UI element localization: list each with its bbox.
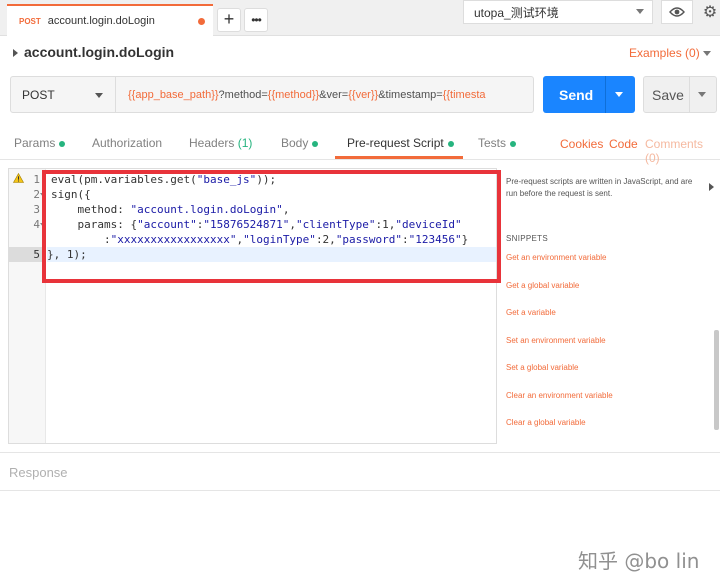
line-number-gutter: 12345 bbox=[9, 169, 46, 443]
send-button-label: Send bbox=[559, 87, 594, 103]
chevron-down-icon[interactable] bbox=[698, 92, 706, 97]
status-dot-icon bbox=[510, 140, 517, 147]
divider bbox=[0, 490, 720, 491]
snippet-link[interactable]: Clear a global variable bbox=[506, 418, 586, 427]
url-variable: {{method}} bbox=[267, 88, 320, 101]
request-tab[interactable]: POST account.login.doLogin bbox=[7, 4, 213, 36]
chevron-down-icon bbox=[636, 9, 644, 14]
snippets-description: Pre-request scripts are written in JavaS… bbox=[506, 177, 693, 198]
snippets-heading: SNIPPETS bbox=[506, 234, 548, 243]
status-dot-icon bbox=[312, 140, 319, 147]
method-select-value: POST bbox=[22, 87, 55, 102]
tab-headers[interactable]: Headers (1) bbox=[189, 136, 252, 150]
url-input[interactable]: {{app_base_path}} ?method= {{method}} &ver=… bbox=[116, 76, 534, 113]
request-tab-bar: POST account.login.doLogin + ••• utopa_测… bbox=[0, 0, 720, 36]
divider bbox=[0, 452, 720, 453]
comments-link[interactable]: Comments (0) bbox=[645, 137, 720, 165]
url-variable: {{timesta bbox=[442, 88, 486, 101]
request-title: account.login.doLogin bbox=[24, 44, 175, 60]
url-variable: {{app_base_path}} bbox=[128, 88, 219, 101]
url-text: &ver= bbox=[319, 88, 349, 101]
chevron-down-icon bbox=[95, 93, 103, 98]
status-dot-icon bbox=[59, 140, 66, 147]
chevron-down-icon[interactable] bbox=[615, 92, 623, 97]
line-number: 5 bbox=[9, 247, 46, 262]
status-dot-icon bbox=[447, 140, 454, 147]
tab-tests[interactable]: Tests bbox=[478, 136, 517, 150]
save-divider bbox=[689, 77, 690, 112]
request-tab-method: POST bbox=[19, 16, 41, 26]
tab-headers-count: (1) bbox=[237, 136, 253, 150]
examples-dropdown[interactable]: Examples (0) bbox=[629, 46, 700, 60]
save-button[interactable]: Save bbox=[643, 76, 717, 113]
request-subtabs: Params Authorization Headers (1) Body Pr… bbox=[0, 126, 720, 165]
url-text: &timestamp= bbox=[378, 88, 443, 101]
tab-authorization[interactable]: Authorization bbox=[92, 136, 162, 150]
tab-body-label: Body bbox=[281, 136, 309, 150]
method-select[interactable]: POST bbox=[10, 76, 116, 113]
tab-body[interactable]: Body bbox=[281, 136, 319, 150]
request-tab-name: account.login.doLogin bbox=[47, 15, 155, 27]
tab-params-label: Params bbox=[14, 136, 56, 150]
send-divider bbox=[605, 76, 606, 113]
tab-params[interactable]: Params bbox=[14, 136, 66, 150]
response-label: Response bbox=[9, 465, 68, 480]
environment-select-value: utopa_测试环境 bbox=[474, 5, 559, 20]
environment-settings-button[interactable]: ⚙ bbox=[700, 0, 720, 24]
snippet-link[interactable]: Get an environment variable bbox=[506, 253, 607, 262]
line-number: 1 bbox=[33, 173, 40, 186]
code-link[interactable]: Code bbox=[609, 137, 638, 151]
annotation-highlight-box bbox=[42, 170, 501, 283]
tab-pre-request-script[interactable]: Pre-request Script bbox=[347, 136, 454, 150]
url-variable: {{ver}} bbox=[348, 88, 379, 101]
send-button[interactable]: Send bbox=[543, 76, 635, 113]
snippet-link[interactable]: Set an environment variable bbox=[506, 336, 606, 345]
watermark: 知乎 @bo lin bbox=[578, 549, 700, 573]
tab-options-button[interactable]: ••• bbox=[244, 8, 268, 32]
collapse-panel-arrow-icon[interactable] bbox=[709, 183, 714, 191]
snippet-link[interactable]: Clear an environment variable bbox=[506, 391, 613, 400]
save-button-label: Save bbox=[652, 87, 684, 103]
snippet-link[interactable]: Get a variable bbox=[506, 308, 556, 317]
tab-tests-label: Tests bbox=[478, 136, 507, 150]
snippet-link[interactable]: Get a global variable bbox=[506, 281, 579, 290]
environment-select[interactable]: utopa_测试环境 bbox=[463, 0, 653, 24]
scrollbar[interactable] bbox=[714, 330, 719, 430]
line-number bbox=[9, 232, 46, 247]
request-name-row: account.login.doLogin Examples (0) bbox=[0, 36, 720, 70]
gear-icon: ⚙ bbox=[702, 4, 718, 21]
eye-icon bbox=[669, 7, 685, 17]
tab-headers-label: Headers bbox=[189, 136, 235, 150]
snippet-link[interactable]: Set a global variable bbox=[506, 363, 579, 372]
expand-arrow-icon[interactable] bbox=[13, 49, 18, 57]
new-tab-button[interactable]: + bbox=[217, 8, 241, 32]
unsaved-dot-icon bbox=[198, 18, 205, 25]
active-tab-indicator bbox=[335, 156, 463, 159]
line-number: 3 bbox=[33, 203, 40, 216]
chevron-down-icon bbox=[703, 51, 711, 56]
url-text: ?method= bbox=[218, 88, 268, 101]
environment-quick-look-button[interactable] bbox=[661, 0, 693, 24]
cookies-link[interactable]: Cookies bbox=[560, 137, 603, 151]
tab-pre-request-script-label: Pre-request Script bbox=[347, 136, 444, 150]
